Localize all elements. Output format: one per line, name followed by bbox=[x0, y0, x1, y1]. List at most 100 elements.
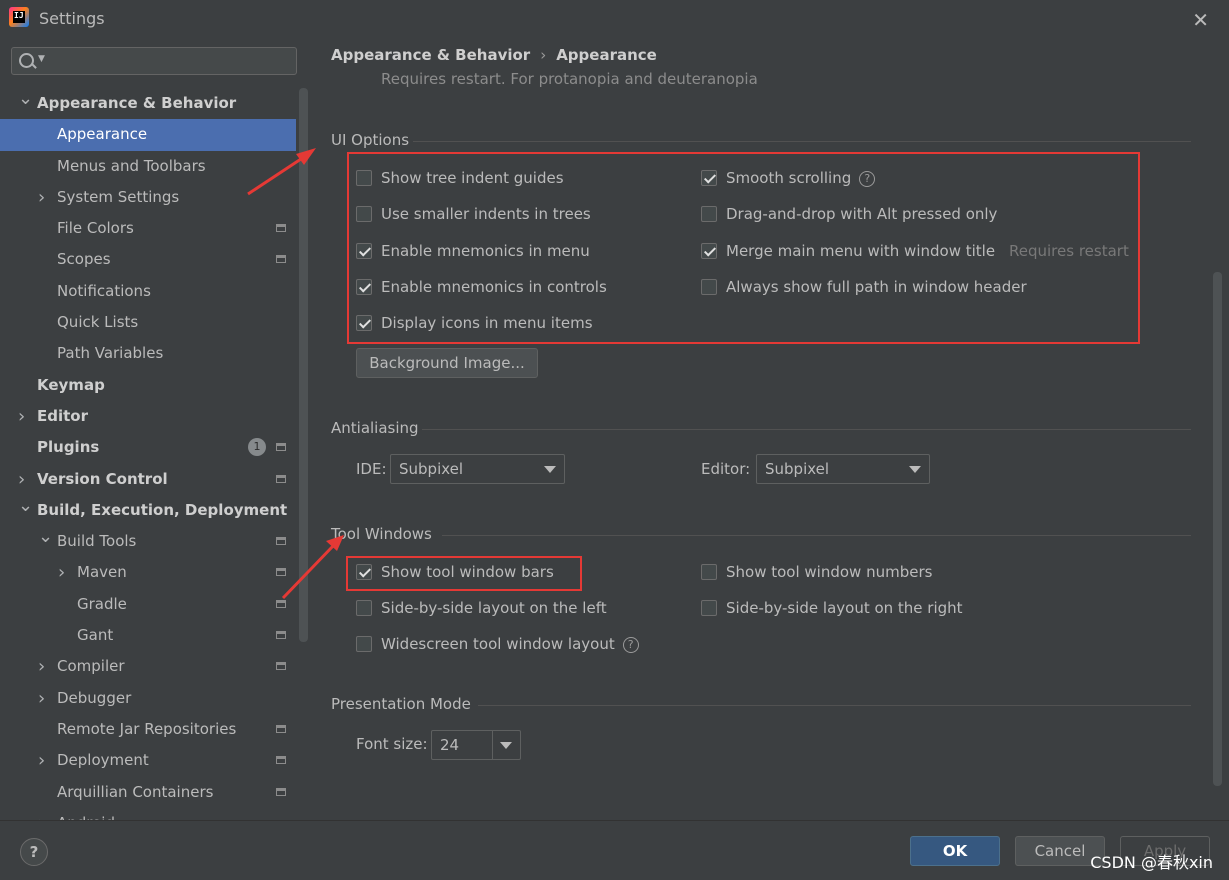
content-scrollbar[interactable] bbox=[1213, 272, 1222, 786]
chevron-down-icon bbox=[909, 466, 921, 473]
background-image-button[interactable]: Background Image... bbox=[356, 348, 538, 378]
sidebar-item-appearance-behavior[interactable]: ⌄ Appearance & Behavior bbox=[0, 88, 296, 119]
chevron-right-icon[interactable]: › bbox=[38, 683, 45, 714]
checkbox-label-text: Show tool window numbers bbox=[726, 563, 933, 581]
chevron-down-icon[interactable]: ⌄ bbox=[18, 83, 33, 114]
sidebar-item-build-tools[interactable]: ⌄ Build Tools bbox=[0, 526, 296, 557]
checkbox-label-text: Always show full path in window header bbox=[726, 277, 1027, 296]
checkbox-checked-icon[interactable] bbox=[701, 242, 717, 259]
checkbox-checked-icon[interactable] bbox=[356, 564, 372, 580]
project-level-icon bbox=[276, 568, 286, 577]
sidebar-item-remote-jar-repositories[interactable]: Remote Jar Repositories bbox=[0, 714, 296, 745]
ide-antialiasing-label: IDE: bbox=[356, 460, 387, 478]
help-icon[interactable]: ? bbox=[859, 171, 876, 187]
chevron-right-icon[interactable]: › bbox=[58, 557, 65, 588]
checkbox-checked-icon[interactable] bbox=[701, 170, 717, 186]
sidebar-item-label: File Colors bbox=[57, 219, 134, 238]
checkbox-checked-icon[interactable] bbox=[356, 278, 372, 295]
ok-button[interactable]: OK bbox=[910, 836, 1000, 866]
help-button[interactable]: ? bbox=[20, 838, 48, 866]
checkbox-checked-icon[interactable] bbox=[356, 315, 372, 332]
chevron-right-icon[interactable]: › bbox=[38, 651, 45, 682]
sidebar-item-label: Scopes bbox=[57, 250, 111, 269]
checkbox-unchecked-icon[interactable] bbox=[701, 600, 717, 616]
settings-sidebar: ▼ ⌄ Appearance & Behavior Appearance Menus … bbox=[0, 36, 310, 834]
checkbox-label: Show tree indent guides bbox=[381, 167, 564, 189]
chevron-down-icon bbox=[500, 742, 512, 749]
sidebar-item-keymap[interactable]: Keymap bbox=[0, 370, 296, 401]
presentation-mode-divider bbox=[478, 705, 1191, 706]
checkbox-checked-icon[interactable] bbox=[356, 242, 372, 259]
search-icon bbox=[19, 53, 34, 68]
checkbox-label: Drag-and-drop with Alt pressed only bbox=[726, 203, 997, 225]
antialiasing-divider bbox=[422, 429, 1191, 430]
checkbox-label-text: Display icons in menu items bbox=[381, 314, 593, 333]
combo-divider bbox=[492, 731, 493, 759]
sidebar-item-file-colors[interactable]: File Colors bbox=[0, 213, 296, 244]
sidebar-item-label: Quick Lists bbox=[57, 313, 139, 332]
checkbox-unchecked-icon[interactable] bbox=[356, 170, 372, 186]
sidebar-item-maven[interactable]: › Maven bbox=[0, 557, 296, 588]
project-level-icon bbox=[276, 756, 286, 765]
sidebar-item-quick-lists[interactable]: Quick Lists bbox=[0, 307, 296, 338]
sidebar-item-deployment[interactable]: › Deployment bbox=[0, 745, 296, 776]
editor-antialiasing-value: Subpixel bbox=[765, 460, 830, 478]
sidebar-item-arquillian-containers[interactable]: Arquillian Containers bbox=[0, 777, 296, 808]
checkbox-label-text: Use smaller indents in trees bbox=[381, 205, 591, 224]
checkbox-unchecked-icon[interactable] bbox=[356, 636, 372, 652]
editor-antialiasing-label: Editor: bbox=[701, 460, 751, 478]
sidebar-item-path-variables[interactable]: Path Variables bbox=[0, 338, 296, 369]
chevron-right-icon[interactable]: › bbox=[18, 401, 25, 432]
antialiasing-title: Antialiasing bbox=[331, 419, 419, 437]
sidebar-item-menus-and-toolbars[interactable]: Menus and Toolbars bbox=[0, 151, 296, 182]
chevron-down-icon[interactable]: ⌄ bbox=[18, 490, 33, 521]
sidebar-item-compiler[interactable]: › Compiler bbox=[0, 651, 296, 682]
sidebar-item-gradle[interactable]: Gradle bbox=[0, 589, 296, 620]
project-level-icon bbox=[276, 724, 286, 733]
checkbox-unchecked-icon[interactable] bbox=[701, 278, 717, 295]
sidebar-item-editor[interactable]: › Editor bbox=[0, 401, 296, 432]
sidebar-item-label: Remote Jar Repositories bbox=[57, 719, 237, 738]
checkbox-unchecked-icon[interactable] bbox=[356, 600, 372, 616]
sidebar-item-scopes[interactable]: Scopes bbox=[0, 244, 296, 275]
checkbox-label-text: Widescreen tool window layout bbox=[381, 635, 615, 653]
sidebar-item-label: Deployment bbox=[57, 751, 149, 770]
project-level-icon bbox=[276, 474, 286, 483]
ide-antialiasing-select[interactable]: Subpixel bbox=[390, 454, 565, 484]
sidebar-item-label: System Settings bbox=[57, 187, 180, 206]
sidebar-item-label: Build Tools bbox=[57, 532, 137, 551]
checkbox-unchecked-icon[interactable] bbox=[701, 206, 717, 223]
font-size-select[interactable]: 24 bbox=[431, 730, 521, 760]
sidebar-item-debugger[interactable]: › Debugger bbox=[0, 683, 296, 714]
breadcrumb-current: Appearance bbox=[556, 46, 657, 64]
checkbox-label: Always show full path in window header bbox=[726, 276, 1027, 298]
sidebar-item-system-settings[interactable]: › System Settings bbox=[0, 182, 296, 213]
chevron-down-icon[interactable]: ⌄ bbox=[38, 521, 53, 552]
sidebar-item-plugins[interactable]: Plugins 1 bbox=[0, 432, 296, 463]
sidebar-item-label: Appearance bbox=[57, 125, 148, 144]
chevron-right-icon[interactable]: › bbox=[38, 745, 45, 776]
checkbox-label-text: Show tool window bars bbox=[381, 563, 554, 581]
sidebar-item-label: Notifications bbox=[57, 281, 151, 300]
search-history-dropdown-icon[interactable]: ▼ bbox=[38, 54, 45, 64]
breadcrumb-parent[interactable]: Appearance & Behavior bbox=[331, 46, 530, 64]
sidebar-item-appearance[interactable]: Appearance bbox=[0, 119, 296, 151]
close-icon[interactable]: ✕ bbox=[1192, 8, 1209, 32]
sidebar-item-notifications[interactable]: Notifications bbox=[0, 276, 296, 307]
sidebar-item-gant[interactable]: Gant bbox=[0, 620, 296, 651]
tool-windows-divider bbox=[442, 535, 1191, 536]
editor-antialiasing-select[interactable]: Subpixel bbox=[756, 454, 930, 484]
sidebar-item-version-control[interactable]: › Version Control bbox=[0, 464, 296, 495]
project-level-icon bbox=[276, 224, 286, 233]
settings-content: Appearance & Behavior › Appearance Require… bbox=[310, 36, 1229, 820]
project-level-icon bbox=[276, 599, 286, 608]
checkbox-label: Show tool window numbers bbox=[726, 561, 932, 583]
checkbox-unchecked-icon[interactable] bbox=[356, 206, 372, 223]
chevron-right-icon[interactable]: › bbox=[38, 182, 45, 213]
checkbox-unchecked-icon[interactable] bbox=[701, 564, 717, 580]
search-input[interactable]: ▼ bbox=[11, 47, 297, 75]
help-icon[interactable]: ? bbox=[622, 637, 639, 653]
project-level-icon bbox=[276, 787, 286, 796]
checkbox-label-text: Show tree indent guides bbox=[381, 169, 564, 187]
sidebar-scrollbar[interactable] bbox=[299, 88, 308, 642]
